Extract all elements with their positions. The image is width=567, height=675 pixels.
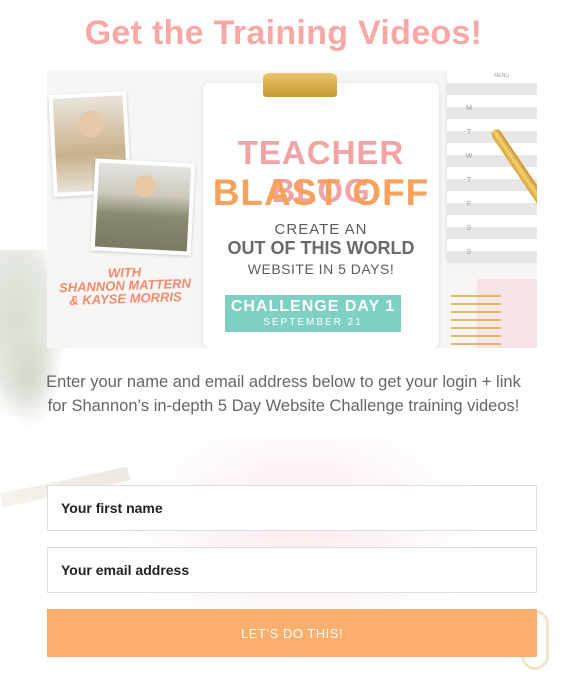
hero-subtitle-line2: OUT OF THIS WORLD (227, 238, 415, 258)
challenge-date-badge: CHALLENGE DAY 1 SEPTEMBER 21 (225, 295, 401, 332)
planner-day: T (466, 177, 472, 184)
email-input[interactable] (47, 547, 537, 593)
planner-days: M T W T F S S (463, 97, 475, 265)
hosts-caption-line3: & KAYSE MORRIS (69, 289, 182, 308)
planner-day: S (466, 249, 472, 256)
planner-day: F (466, 201, 472, 208)
badge-line2: SEPTEMBER 21 (263, 317, 363, 328)
planner-day: M (466, 105, 472, 112)
submit-button[interactable]: LET’S DO THIS! (47, 609, 537, 657)
badge-line1: CHALLENGE DAY 1 (230, 298, 396, 315)
planner-day: S (466, 225, 472, 232)
planner-day: T (466, 129, 472, 136)
hero-subtitle-line3: WEBSITE IN 5 DAYS! (247, 261, 395, 277)
notepad-spiral (451, 289, 501, 348)
page-title: Get the Training Videos! (84, 14, 483, 52)
hero-image: WITH SHANNON MATTERN & KAYSE MORRIS TEAC… (47, 71, 537, 348)
host-photo-kayse (90, 158, 196, 256)
planner-day: W (465, 153, 473, 160)
clipboard-clip (263, 73, 337, 97)
first-name-input[interactable] (47, 485, 537, 531)
planner-menu-label: MENU (494, 73, 509, 79)
form-description: Enter your name and email address below … (46, 373, 521, 415)
hero-subtitle-line1: CREATE AN (274, 221, 368, 238)
hosts-caption: WITH SHANNON MATTERN & KAYSE MORRIS (54, 264, 195, 308)
hero-title-line2: BLAST OFF (212, 172, 430, 213)
